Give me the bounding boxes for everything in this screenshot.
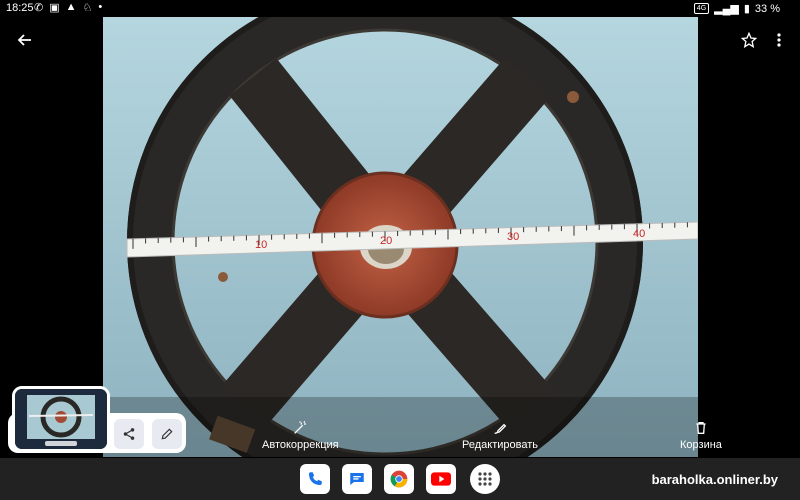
more-options-button[interactable] <box>764 25 794 55</box>
messages-icon <box>350 473 364 485</box>
volte-icon: 4G <box>693 3 710 14</box>
status-time: 18:25 <box>6 2 34 14</box>
magic-wand-icon <box>294 421 307 434</box>
accessibility-icon: ♘ <box>82 2 93 14</box>
steering-wheel-photo: 10 20 30 40 <box>103 17 698 457</box>
pencil-icon <box>161 428 173 440</box>
android-icon: ▲ <box>65 1 77 13</box>
chrome-icon <box>390 470 408 488</box>
auto-enhance-label: Автокоррекция <box>262 439 339 451</box>
tape-number-40: 40 <box>633 228 645 240</box>
phone-app[interactable] <box>300 464 330 494</box>
back-button[interactable] <box>10 25 40 55</box>
favorite-button[interactable] <box>734 25 764 55</box>
trash-label: Корзина <box>680 439 722 451</box>
trash-icon <box>696 422 706 434</box>
signal-icon: ▂▄▆ <box>714 3 739 15</box>
status-bar: 18:25 ✆ ▣ ▲ ♘ • 4G ▂▄▆ ▮ 33 % <box>0 0 800 18</box>
thumbnail-image <box>15 389 107 449</box>
messages-app[interactable] <box>342 464 372 494</box>
trash-button[interactable]: Корзина <box>680 420 722 451</box>
share-button[interactable] <box>114 419 144 449</box>
edit-brush-icon <box>494 423 507 434</box>
back-arrow-icon <box>17 34 31 46</box>
share-icon <box>123 428 135 440</box>
app-drawer-icon <box>478 472 492 486</box>
tape-number-20: 20 <box>380 235 392 247</box>
youtube-icon <box>431 472 451 486</box>
more-vert-icon <box>777 33 781 47</box>
markup-button[interactable] <box>152 419 182 449</box>
battery-icon: ▮ <box>743 3 750 15</box>
gallery-icon: ▣ <box>49 2 60 14</box>
battery-percent: 33 % <box>754 2 780 15</box>
auto-enhance-button[interactable]: Автокоррекция <box>262 420 339 451</box>
tape-number-10: 10 <box>255 239 267 251</box>
youtube-app[interactable] <box>426 464 456 494</box>
screenshot-thumbnail[interactable] <box>12 386 110 452</box>
photo-view[interactable]: 10 20 30 40 <box>103 17 698 457</box>
tape-number-30: 30 <box>507 231 519 243</box>
edit-label: Редактировать <box>462 439 538 451</box>
star-icon <box>741 32 757 48</box>
dot-icon: • <box>98 1 103 13</box>
whatsapp-icon: ✆ <box>34 2 44 14</box>
phone-icon <box>309 472 322 485</box>
edit-button[interactable]: Редактировать <box>462 420 538 451</box>
chrome-app[interactable] <box>384 464 414 494</box>
app-drawer-button[interactable] <box>470 464 500 494</box>
watermark: baraholka.onliner.by <box>651 472 778 487</box>
